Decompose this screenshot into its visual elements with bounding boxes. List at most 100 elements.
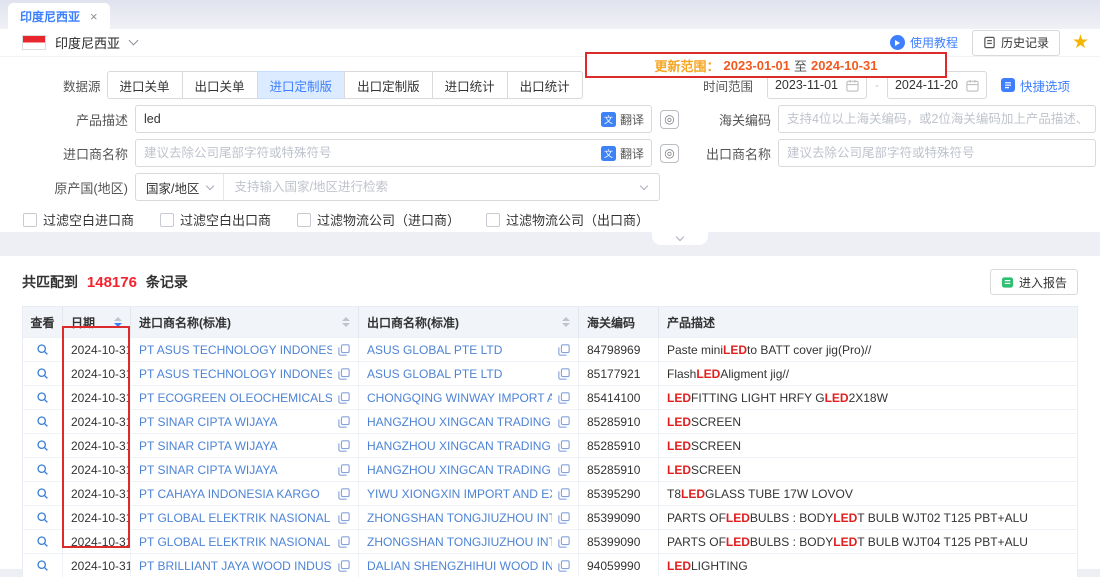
cell-hs-code: 85414100 [579, 386, 659, 409]
filter-checkbox[interactable]: 过滤物流公司（进口商） [297, 210, 460, 229]
history-button[interactable]: 历史记录 [972, 30, 1060, 56]
cell-view [23, 482, 63, 505]
view-magnifier-icon[interactable] [36, 559, 49, 572]
checkbox-box[interactable] [160, 213, 174, 227]
hs-code-input[interactable] [778, 105, 1096, 133]
checkbox-box[interactable] [297, 213, 311, 227]
copy-icon[interactable] [558, 344, 570, 356]
hs-code-label: 海关编码 [679, 110, 771, 129]
view-magnifier-icon[interactable] [36, 415, 49, 428]
exporter-link[interactable]: HANGZHOU XINGCAN TRADING CO LTD [367, 439, 552, 453]
importer-link[interactable]: PT SINAR CIPTA WIJAYA [139, 463, 332, 477]
importer-link[interactable]: PT ASUS TECHNOLOGY INDONESIA BA... [139, 367, 332, 381]
product-desc-input[interactable] [135, 105, 652, 133]
cell-exporter: ASUS GLOBAL PTE LTD [359, 362, 579, 385]
exporter-link[interactable]: CHONGQING WINWAY IMPORT AND E... [367, 391, 552, 405]
origin-input[interactable] [224, 180, 641, 194]
column-header[interactable]: 出口商名称(标准) [359, 307, 579, 337]
copy-icon[interactable] [338, 512, 350, 524]
copy-icon[interactable] [338, 440, 350, 452]
tab-indonesia[interactable]: 印度尼西亚 × [8, 3, 110, 29]
sort-caret-icon[interactable] [556, 317, 570, 327]
exporter-link[interactable]: HANGZHOU XINGCAN TRADING CO LTD [367, 415, 552, 429]
view-magnifier-icon[interactable] [36, 511, 49, 524]
tab-close-icon[interactable]: × [90, 10, 98, 23]
copy-icon[interactable] [558, 536, 570, 548]
date-from-input[interactable]: 2023-11-01 [767, 71, 867, 99]
translate-link[interactable]: 文 翻译 [601, 145, 644, 162]
importer-link[interactable]: PT GLOBAL ELEKTRIK NASIONAL [139, 535, 332, 549]
tutorial-link[interactable]: 使用教程 [890, 34, 958, 51]
importer-link[interactable]: PT CAHAYA INDONESIA KARGO [139, 487, 332, 501]
exporter-link[interactable]: YIWU XIONGXIN IMPORT AND EXPORT... [367, 487, 552, 501]
view-magnifier-icon[interactable] [36, 343, 49, 356]
sort-caret-icon[interactable] [336, 317, 350, 327]
importer-link[interactable]: PT SINAR CIPTA WIJAYA [139, 415, 332, 429]
importer-link[interactable]: PT ECOGREEN OLEOCHEMICALS [139, 391, 332, 405]
date-to-input[interactable]: 2024-11-20 [887, 71, 987, 99]
view-magnifier-icon[interactable] [36, 391, 49, 404]
exporter-link[interactable]: ASUS GLOBAL PTE LTD [367, 343, 552, 357]
datasource-option[interactable]: 出口定制版 [344, 71, 433, 99]
datasource-option[interactable]: 出口关单 [182, 71, 258, 99]
quick-options-link[interactable]: 快捷选项 [1001, 76, 1070, 95]
copy-icon[interactable] [558, 512, 570, 524]
column-header[interactable]: 进口商名称(标准) [131, 307, 359, 337]
copy-icon[interactable] [338, 464, 350, 476]
favorite-star-icon[interactable]: ★ [1072, 31, 1098, 54]
importer-link[interactable]: PT ASUS TECHNOLOGY INDONESIA BA... [139, 343, 332, 357]
copy-icon[interactable] [558, 440, 570, 452]
importer-link[interactable]: PT BRILLIANT JAYA WOOD INDUSTRY [139, 559, 332, 573]
product-desc-row: 产品描述 文 翻译 ◎ 海关编码 [0, 105, 1100, 133]
copy-icon[interactable] [338, 344, 350, 356]
filter-checkbox[interactable]: 过滤空白进口商 [23, 210, 134, 229]
copy-icon[interactable] [558, 488, 570, 500]
importer-input[interactable] [135, 139, 652, 167]
datasource-option[interactable]: 进口定制版 [257, 71, 346, 99]
copy-icon[interactable] [338, 488, 350, 500]
datasource-option[interactable]: 进口关单 [107, 71, 183, 99]
copy-icon[interactable] [558, 392, 570, 404]
exporter-link[interactable]: ASUS GLOBAL PTE LTD [367, 367, 552, 381]
datasource-option[interactable]: 进口统计 [432, 71, 508, 99]
report-icon [1001, 276, 1014, 289]
copy-icon[interactable] [558, 464, 570, 476]
copy-icon[interactable] [338, 560, 350, 572]
checkbox-box[interactable] [23, 213, 37, 227]
copy-icon[interactable] [338, 392, 350, 404]
sort-caret-icon[interactable] [108, 317, 122, 327]
exporter-link[interactable]: DALIAN SHENGZHIHUI WOOD INDUST... [367, 559, 552, 573]
exporter-link[interactable]: ZHONGSHAN TONGJIUZHOU INTERNA... [367, 535, 552, 549]
match-mode-icon[interactable]: ◎ [660, 144, 679, 163]
cell-importer: PT ASUS TECHNOLOGY INDONESIA BA... [131, 338, 359, 361]
datasource-option[interactable]: 出口统计 [507, 71, 583, 99]
importer-link[interactable]: PT GLOBAL ELEKTRIK NASIONAL [139, 511, 332, 525]
exporter-link[interactable]: HANGZHOU XINGCAN TRADING CO LTD [367, 463, 552, 477]
cell-hs-code: 85285910 [579, 410, 659, 433]
filter-checkbox[interactable]: 过滤空白出口商 [160, 210, 271, 229]
view-magnifier-icon[interactable] [36, 439, 49, 452]
view-magnifier-icon[interactable] [36, 535, 49, 548]
copy-icon[interactable] [558, 560, 570, 572]
exporter-input[interactable] [778, 139, 1096, 167]
chevron-down-icon[interactable] [640, 181, 648, 189]
copy-icon[interactable] [338, 368, 350, 380]
column-header[interactable]: 日期 [63, 307, 131, 337]
collapse-panel-handle[interactable] [652, 232, 708, 245]
view-magnifier-icon[interactable] [36, 463, 49, 476]
chevron-down-icon[interactable] [129, 36, 139, 46]
importer-link[interactable]: PT SINAR CIPTA WIJAYA [139, 439, 332, 453]
copy-icon[interactable] [558, 368, 570, 380]
copy-icon[interactable] [338, 416, 350, 428]
match-mode-icon[interactable]: ◎ [660, 110, 679, 129]
view-magnifier-icon[interactable] [36, 487, 49, 500]
origin-select[interactable]: 国家/地区 [136, 174, 224, 200]
filter-checkbox[interactable]: 过滤物流公司（出口商） [486, 210, 649, 229]
translate-link[interactable]: 文 翻译 [601, 111, 644, 128]
view-magnifier-icon[interactable] [36, 367, 49, 380]
copy-icon[interactable] [338, 536, 350, 548]
exporter-link[interactable]: ZHONGSHAN TONGJIUZHOU INTERNA... [367, 511, 552, 525]
enter-report-button[interactable]: 进入报告 [990, 269, 1078, 295]
checkbox-box[interactable] [486, 213, 500, 227]
copy-icon[interactable] [558, 416, 570, 428]
